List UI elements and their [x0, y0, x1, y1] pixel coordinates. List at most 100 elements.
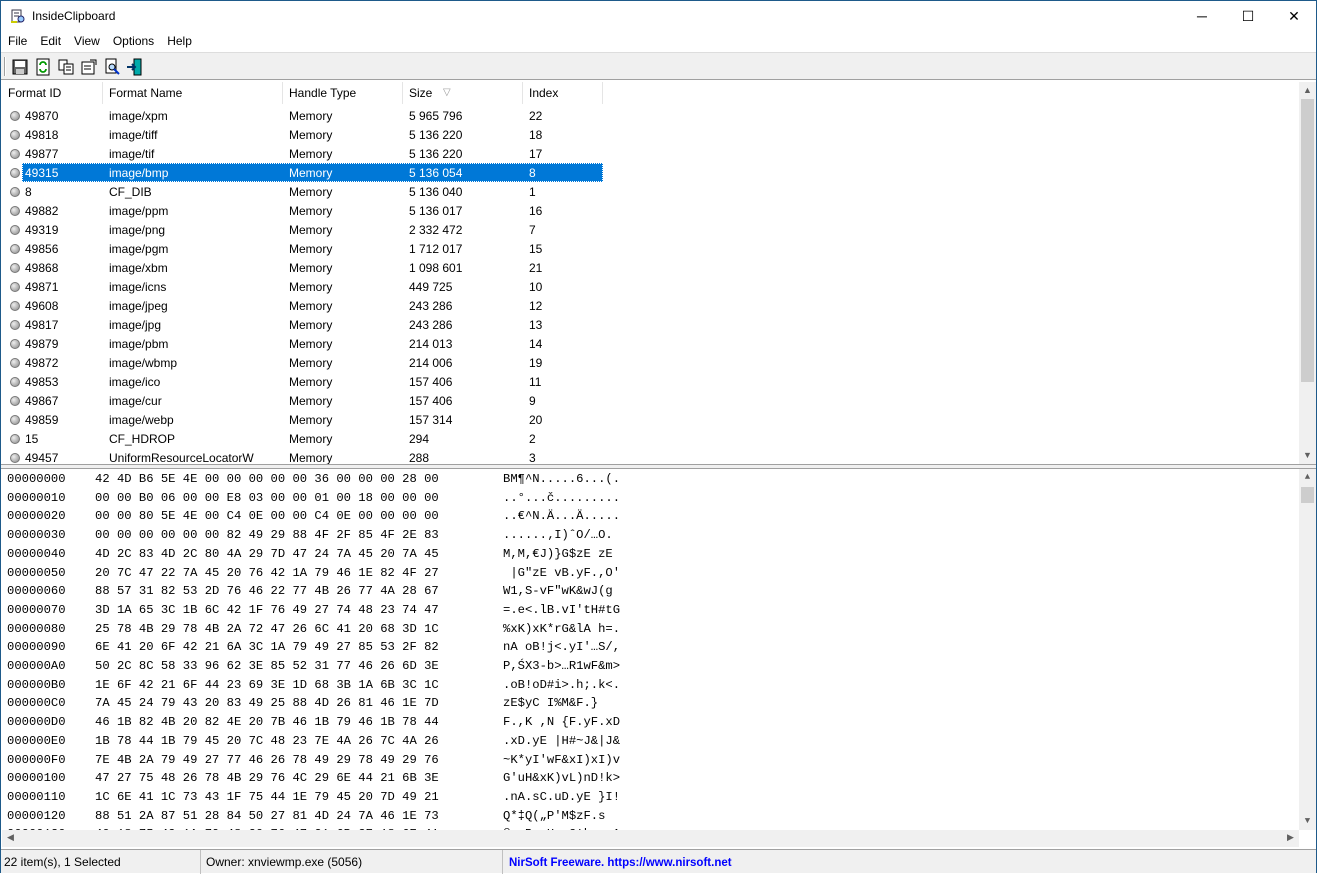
table-row[interactable]: 49853 image/ico Memory 157 406 11 — [2, 372, 602, 391]
format-icon — [10, 244, 20, 254]
column-header-size[interactable]: Size ▽ — [403, 82, 523, 104]
cell-handle-type: Memory — [289, 318, 333, 332]
cell-size: 243 286 — [409, 299, 453, 313]
table-row[interactable]: 49315 image/bmp Memory 5 136 054 8 — [2, 163, 603, 182]
table-row[interactable]: 49859 image/webp Memory 157 314 20 — [2, 410, 602, 429]
table-row[interactable]: 49319 image/png Memory 2 332 472 7 — [2, 220, 602, 239]
table-row[interactable]: 49856 image/pgm Memory 1 712 017 15 — [2, 239, 602, 258]
cell-format-name: image/xpm — [109, 109, 168, 123]
table-row[interactable]: 49872 image/wbmp Memory 214 006 19 — [2, 353, 602, 372]
hex-bytes: 50 2C 8C 58 33 96 62 3E 85 52 31 77 46 2… — [95, 659, 439, 673]
scroll-up-icon[interactable]: ▲ — [1299, 82, 1316, 99]
table-row[interactable]: 49882 image/ppm Memory 5 136 017 16 — [2, 201, 602, 220]
status-link-panel: NirSoft Freeware. https://www.nirsoft.ne… — [503, 850, 1316, 874]
menu-edit[interactable]: Edit — [33, 32, 67, 52]
maximize-button[interactable]: ☐ — [1225, 1, 1271, 31]
column-header-index[interactable]: Index — [523, 82, 603, 104]
hex-offset: 00000000 — [7, 472, 66, 486]
nirsoft-link[interactable]: NirSoft Freeware. https://www.nirsoft.ne… — [506, 857, 732, 869]
cell-index: 8 — [529, 166, 536, 180]
find-icon[interactable] — [103, 58, 121, 76]
close-button[interactable]: ✕ — [1271, 1, 1317, 31]
hex-ascii: .oB!oD#i>.h;.k<. — [503, 677, 621, 692]
menu-view[interactable]: View — [67, 32, 106, 52]
save-icon[interactable] — [11, 58, 29, 76]
table-row[interactable]: 49867 image/cur Memory 157 406 9 — [2, 391, 602, 410]
cell-size: 294 — [409, 432, 430, 446]
hex-offset: 00000090 — [7, 640, 66, 655]
hex-dump-view[interactable]: 00000000 42 4D B6 5E 4E 00 00 00 00 00 36… — [2, 469, 1316, 847]
refresh-icon[interactable] — [34, 58, 52, 76]
table-row[interactable]: 49879 image/pbm Memory 214 013 14 — [2, 334, 602, 353]
format-icon — [10, 339, 20, 349]
hex-vertical-scrollbar[interactable]: ▲ ▼ — [1299, 469, 1316, 830]
cell-size: 5 136 040 — [409, 185, 463, 199]
hex-bytes: 47 27 75 48 26 78 4B 29 76 4C 29 6E 44 2… — [95, 771, 439, 786]
hex-ascii: F.,K ,N {F.yF.xD — [503, 715, 621, 730]
table-row[interactable]: 49817 image/jpg Memory 243 286 13 — [2, 315, 602, 334]
copy-icon[interactable] — [57, 58, 75, 76]
menu-file[interactable]: File — [1, 32, 33, 52]
hex-offset: 00000120 — [7, 808, 66, 823]
scroll-left-icon[interactable]: ◀ — [2, 830, 19, 847]
minimize-button[interactable]: ─ — [1179, 1, 1225, 31]
sort-descending-icon: ▽ — [443, 87, 451, 98]
cell-format-name: image/tiff — [109, 128, 158, 142]
format-icon — [10, 206, 20, 216]
cell-index: 9 — [529, 394, 536, 408]
scroll-thumb[interactable] — [1301, 487, 1314, 503]
format-icon — [10, 377, 20, 387]
cell-handle-type: Memory — [289, 280, 333, 294]
menu-help[interactable]: Help — [160, 32, 198, 52]
cell-handle-type: Memory — [289, 242, 333, 256]
window-title: InsideClipboard — [32, 9, 116, 23]
column-header-format-name[interactable]: Format Name — [103, 82, 283, 104]
cell-format-id: 49872 — [25, 356, 59, 370]
status-owner-text: Owner: xnviewmp.exe (5056) — [206, 855, 363, 869]
status-item-count: 22 item(s), 1 Selected — [1, 850, 201, 874]
exit-icon[interactable] — [126, 58, 144, 76]
scroll-down-icon[interactable]: ▼ — [1299, 447, 1316, 464]
table-row[interactable]: 49870 image/xpm Memory 5 965 796 22 — [2, 106, 602, 125]
hex-bytes: 1B 78 44 1B 79 45 20 7C 48 23 7E 4A 26 7… — [95, 733, 439, 748]
cell-format-id: 49879 — [25, 337, 59, 351]
cell-format-id: 15 — [25, 432, 39, 446]
cell-size: 5 136 220 — [409, 147, 463, 161]
cell-format-id: 49871 — [25, 280, 59, 294]
cell-handle-type: Memory — [289, 375, 333, 389]
table-row[interactable]: 15 CF_HDROP Memory 294 2 — [2, 429, 602, 448]
scroll-thumb[interactable] — [1301, 99, 1314, 382]
scroll-up-icon[interactable]: ▲ — [1299, 469, 1316, 486]
scroll-right-icon[interactable]: ▶ — [1282, 830, 1299, 847]
table-row[interactable]: 49818 image/tiff Memory 5 136 220 18 — [2, 125, 602, 144]
column-header-format-id[interactable]: Format ID — [2, 82, 103, 104]
toolbar-separator — [4, 57, 6, 76]
column-header-handle-type[interactable]: Handle Type — [283, 82, 403, 104]
clipboard-format-list[interactable]: Format ID Format Name Handle Type Size ▽ … — [2, 82, 1316, 464]
cell-index: 11 — [529, 375, 542, 389]
table-row[interactable]: 49457 UniformResourceLocatorW Memory 288 3 — [2, 448, 602, 464]
list-vertical-scrollbar[interactable]: ▲ ▼ — [1299, 82, 1316, 464]
hex-offset: 000000A0 — [7, 659, 66, 673]
hex-bytes: 7E 4B 2A 79 49 27 77 46 26 78 49 29 78 4… — [95, 752, 439, 767]
hex-ascii: .xD.yE |H#~J&|J& — [503, 733, 621, 748]
table-row[interactable]: 49608 image/jpeg Memory 243 286 12 — [2, 296, 602, 315]
cell-format-id: 49870 — [25, 109, 59, 123]
table-row[interactable]: 49877 image/tif Memory 5 136 220 17 — [2, 144, 602, 163]
cell-format-id: 49315 — [25, 166, 59, 180]
scroll-down-icon[interactable]: ▼ — [1299, 813, 1316, 830]
cell-size: 5 136 054 — [409, 166, 463, 180]
format-icon — [10, 225, 20, 235]
hex-offset: 00000020 — [7, 509, 66, 524]
table-row[interactable]: 49868 image/xbm Memory 1 098 601 21 — [2, 258, 602, 277]
hex-horizontal-scrollbar[interactable]: ◀ ▶ — [2, 830, 1299, 847]
menu-options[interactable]: Options — [106, 32, 160, 52]
cell-handle-type: Memory — [289, 356, 333, 370]
properties-icon[interactable] — [80, 58, 98, 76]
table-row[interactable]: 49871 image/icns Memory 449 725 10 — [2, 277, 602, 296]
format-icon — [10, 415, 20, 425]
format-icon — [10, 320, 20, 330]
cell-size: 5 136 220 — [409, 128, 463, 142]
table-row[interactable]: 8 CF_DIB Memory 5 136 040 1 — [2, 182, 602, 201]
cell-size: 2 332 472 — [409, 223, 463, 237]
